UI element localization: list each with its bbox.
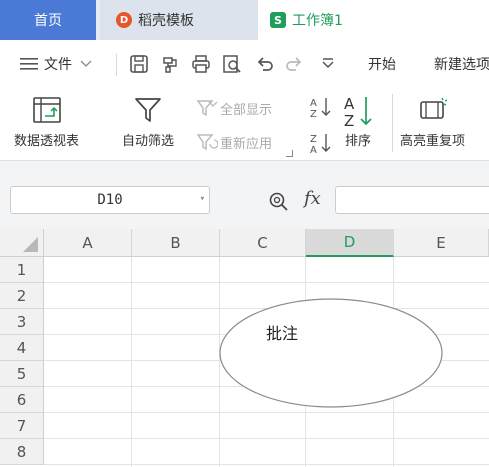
hamburger-icon xyxy=(20,58,38,70)
tab-home-label: 首页 xyxy=(34,13,62,29)
sort-button[interactable]: AZ 排序 xyxy=(343,94,373,149)
svg-text:A: A xyxy=(310,98,317,109)
auto-filter-button[interactable]: 自动筛选 xyxy=(122,96,174,149)
svg-text:Z: Z xyxy=(344,112,354,128)
auto-filter-label: 自动筛选 xyxy=(122,134,175,149)
svg-text:Z: Z xyxy=(310,134,317,145)
name-box[interactable]: D10 ▾ xyxy=(10,186,210,214)
column-header-b[interactable]: B xyxy=(132,229,220,257)
column-header-a[interactable]: A xyxy=(44,229,132,257)
row-header-7[interactable]: 7 xyxy=(0,413,44,439)
formula-input[interactable] xyxy=(335,186,489,214)
row-header-8[interactable]: 8 xyxy=(0,439,44,465)
column-header-e[interactable]: E xyxy=(394,229,489,257)
file-menu[interactable]: 文件 xyxy=(20,40,92,88)
file-menu-label: 文件 xyxy=(44,57,72,73)
column-header-c[interactable]: C xyxy=(220,229,306,257)
save-icon[interactable] xyxy=(129,54,149,74)
pivot-table-icon xyxy=(32,97,61,123)
undo-icon[interactable] xyxy=(255,54,275,74)
show-all-button[interactable]: 全部显示 xyxy=(196,98,272,118)
tab-workbook-label: 工作簿1 xyxy=(292,13,343,29)
divider xyxy=(392,94,393,152)
row-gridline xyxy=(44,464,489,465)
sort-az-icon: AZ xyxy=(344,95,372,128)
dialog-launcher-icon[interactable] xyxy=(286,150,293,157)
row-gridline xyxy=(44,438,489,439)
filter-funnel-icon xyxy=(135,98,161,122)
chevron-down-icon[interactable]: ▾ xyxy=(200,194,205,204)
column-gridline xyxy=(131,257,132,467)
show-all-filter-icon xyxy=(196,100,218,117)
highlight-duplicates-label: 高亮重复项 xyxy=(400,134,466,149)
sort-ascending-icon[interactable]: AZ xyxy=(310,96,332,118)
formula-bar: D10 ▾ fx xyxy=(0,161,489,229)
row-header-5[interactable]: 5 xyxy=(0,361,44,387)
row-header-6[interactable]: 6 xyxy=(0,387,44,413)
customize-toolbar-icon[interactable] xyxy=(318,54,338,74)
spreadsheet-logo-icon: S xyxy=(270,12,286,28)
sort-label: 排序 xyxy=(344,134,371,149)
tab-template[interactable]: D 稻壳模板 xyxy=(100,0,258,40)
row-header-1[interactable]: 1 xyxy=(0,257,44,283)
format-painter-icon[interactable] xyxy=(160,54,180,74)
row-header-4[interactable]: 4 xyxy=(0,335,44,361)
comment-text[interactable]: 批注 xyxy=(266,320,298,344)
svg-text:Z: Z xyxy=(310,109,317,118)
comment-ellipse-shape[interactable] xyxy=(219,298,443,408)
menu-row: 文件 开始 新建选项 xyxy=(0,40,489,88)
pivot-table-button[interactable]: 数据透视表 xyxy=(14,96,79,149)
row-header-3[interactable]: 3 xyxy=(0,309,44,335)
svg-text:A: A xyxy=(344,95,355,113)
chevron-down-icon xyxy=(80,60,92,67)
redo-icon[interactable] xyxy=(284,54,304,74)
reapply-button[interactable]: 重新应用 xyxy=(196,132,272,152)
show-all-label: 全部显示 xyxy=(220,102,273,118)
new-options-menu[interactable]: 新建选项 xyxy=(434,40,489,88)
column-header-d[interactable]: D xyxy=(306,229,394,257)
start-menu-label: 开始 xyxy=(368,57,396,73)
row-gridline xyxy=(44,412,489,413)
zoom-lookup-icon[interactable] xyxy=(268,191,290,211)
highlight-duplicates-icon xyxy=(419,97,447,119)
row-header-2[interactable]: 2 xyxy=(0,283,44,309)
sort-descending-icon[interactable]: ZA xyxy=(310,132,332,154)
reapply-label: 重新应用 xyxy=(220,136,273,152)
pivot-table-label: 数据透视表 xyxy=(14,134,80,149)
row-gridline xyxy=(44,282,489,283)
reapply-filter-icon xyxy=(196,134,218,151)
insert-function-button[interactable]: fx xyxy=(304,188,321,209)
tab-home[interactable]: 首页 xyxy=(0,0,96,40)
highlight-duplicates-button[interactable]: 高亮重复项 xyxy=(400,96,465,149)
new-options-label: 新建选项 xyxy=(434,57,489,73)
tab-workbook[interactable]: S 工作簿1 xyxy=(258,0,489,40)
daoke-logo-icon: D xyxy=(116,12,132,28)
select-all-triangle-icon xyxy=(23,237,38,252)
divider xyxy=(116,54,117,76)
start-menu[interactable]: 开始 xyxy=(368,40,396,88)
print-preview-icon[interactable] xyxy=(222,54,242,74)
svg-text:A: A xyxy=(310,145,317,154)
tab-template-label: 稻壳模板 xyxy=(138,13,194,29)
select-all-corner[interactable] xyxy=(0,229,44,257)
ribbon: 数据透视表 自动筛选 全部显示 重新应用 AZ ZA AZ 排序 高亮重复项 xyxy=(0,88,489,161)
tab-bar: 首页 D 稻壳模板 S 工作簿1 xyxy=(0,0,489,40)
print-icon[interactable] xyxy=(191,54,211,74)
cell-reference: D10 xyxy=(97,192,123,208)
